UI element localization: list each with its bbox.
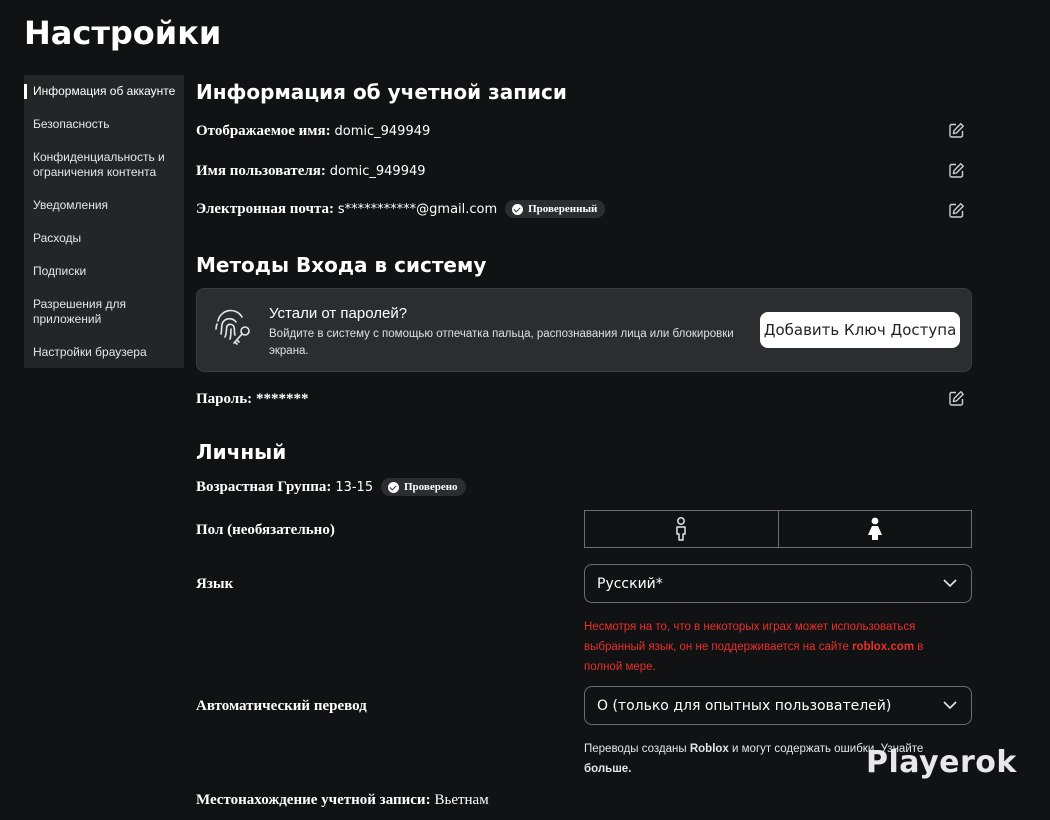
chevron-down-icon: [943, 579, 957, 588]
username-label: Имя пользователя:: [196, 163, 326, 179]
age-verified-text: Проверено: [404, 481, 458, 494]
gender-male-option[interactable]: [584, 510, 779, 548]
language-label: Язык: [196, 576, 234, 592]
settings-sidebar: Информация об аккаунте Безопасность Конф…: [24, 75, 184, 368]
passkey-description: Войдите в систему с помощью отпечатка па…: [269, 328, 734, 357]
display-name-value: domic_949949: [334, 124, 431, 139]
location-label: Местонахождение учетной записи:: [196, 792, 431, 808]
check-circle-icon: [512, 203, 524, 215]
gender-toggle: [584, 510, 972, 548]
email-label: Электронная почта:: [196, 201, 334, 217]
male-icon: [676, 517, 686, 541]
email-row: Электронная почта: s***********@gmail.co…: [196, 200, 606, 219]
gender-row: Пол (необязательно): [196, 521, 335, 539]
passkey-title: Устали от паролей?: [269, 305, 408, 322]
age-verified-badge: Проверено: [381, 478, 466, 497]
age-group-value: 13-15: [335, 480, 374, 495]
watermark-logo: Playerok: [866, 745, 1017, 780]
roblox-site-link[interactable]: roblox.com: [852, 641, 914, 653]
location-value: Вьетнам: [434, 792, 489, 808]
sidebar-item-notifications[interactable]: Уведомления: [24, 198, 184, 213]
age-group-label: Возрастная Группа:: [196, 479, 332, 495]
username-row: Имя пользователя: domic_949949: [196, 162, 426, 180]
roblox-brand: Roblox: [689, 743, 729, 755]
gender-label: Пол (необязательно): [196, 522, 335, 538]
age-group-row: Возрастная Группа: 13-15 Проверено: [196, 478, 466, 497]
password-row: Пароль: *******: [196, 390, 309, 408]
female-icon: [867, 517, 882, 540]
autotranslate-select-value: О (только для опытных пользователей): [597, 697, 892, 714]
fingerprint-key-icon: [215, 309, 250, 345]
sidebar-item-privacy[interactable]: Конфиденциальность и ограничения контент…: [24, 150, 184, 180]
display-name-label: Отображаемое имя:: [196, 123, 331, 139]
sidebar-item-subscriptions[interactable]: Подписки: [24, 264, 184, 279]
location-row: Местонахождение учетной записи: Вьетнам: [196, 791, 489, 809]
chevron-down-icon: [943, 701, 957, 710]
edit-email-icon[interactable]: [948, 202, 965, 219]
edit-display-name-icon[interactable]: [948, 122, 965, 139]
personal-title: Личный: [196, 440, 287, 464]
password-value: *******: [256, 391, 309, 407]
username-value: domic_949949: [329, 164, 426, 179]
autotranslate-info-text: Переводы созданы: [584, 743, 690, 755]
language-select[interactable]: Русский*: [584, 564, 972, 603]
sidebar-item-spending[interactable]: Расходы: [24, 231, 184, 246]
login-methods-title: Методы Входа в систему: [196, 253, 487, 277]
page-title: Настройки: [24, 14, 222, 52]
language-row: Язык: [196, 575, 233, 593]
sidebar-item-account-info[interactable]: Информация об аккаунте: [24, 84, 184, 99]
sidebar-item-browser-settings[interactable]: Настройки браузера: [24, 345, 184, 360]
gender-female-option[interactable]: [778, 510, 972, 548]
autotranslate-select[interactable]: О (только для опытных пользователей): [584, 686, 972, 725]
edit-username-icon[interactable]: [948, 162, 965, 179]
email-value: s***********@gmail.com: [337, 202, 498, 217]
check-circle-icon: [388, 481, 399, 493]
language-select-value: Русский*: [597, 575, 663, 592]
edit-password-icon[interactable]: [948, 390, 965, 407]
sidebar-item-security[interactable]: Безопасность: [24, 117, 184, 132]
passkey-card: Устали от паролей? Войдите в систему с п…: [196, 288, 972, 372]
display-name-row: Отображаемое имя: domic_949949: [196, 122, 430, 140]
email-verified-badge: Проверенный: [505, 200, 606, 219]
learn-more-link[interactable]: больше.: [584, 763, 631, 775]
account-info-title: Информация об учетной записи: [196, 80, 567, 104]
password-label: Пароль:: [196, 391, 253, 407]
language-warning: Несмотря на то, что в некоторых играх мо…: [584, 617, 964, 677]
autotranslate-row: Автоматический перевод: [196, 697, 367, 715]
sidebar-item-app-permissions[interactable]: Разрешения для приложений: [24, 297, 184, 327]
email-verified-text: Проверенный: [528, 203, 598, 216]
autotranslate-label: Автоматический перевод: [196, 698, 367, 714]
add-passkey-button[interactable]: Добавить Ключ Доступа: [760, 312, 960, 348]
